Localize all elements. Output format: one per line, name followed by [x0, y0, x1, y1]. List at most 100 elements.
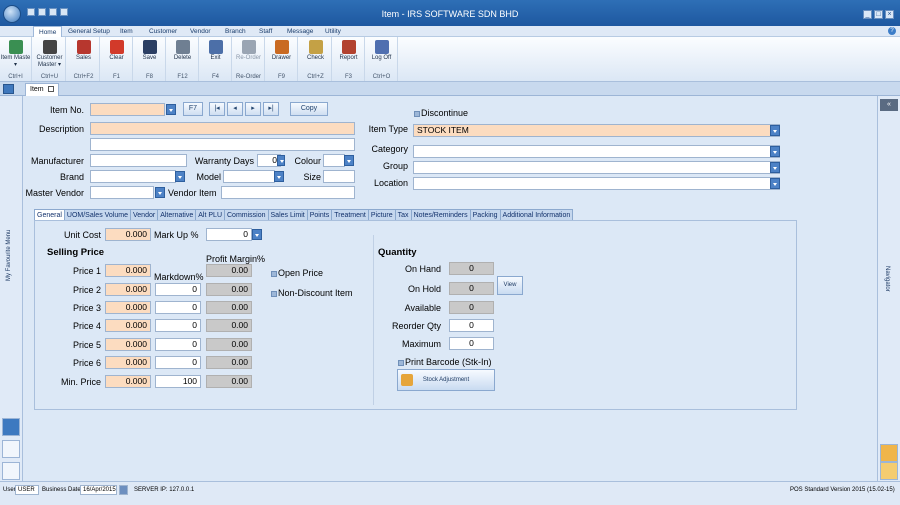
ribbon-button-item-master[interactable]: Item Maste ▾ Ctrl+I: [0, 37, 32, 81]
manufacturer-input[interactable]: [90, 154, 187, 167]
tab-staff[interactable]: Staff: [254, 26, 277, 37]
item-type-dropdown-button[interactable]: [770, 125, 780, 136]
colour-input[interactable]: [323, 154, 345, 167]
category-label: Category: [371, 144, 408, 154]
collapse-panel-button[interactable]: «: [880, 99, 898, 111]
model-dropdown-button[interactable]: [274, 171, 284, 182]
tools-shortcut-icon[interactable]: [2, 462, 20, 480]
calendar-shortcut-icon[interactable]: [880, 462, 898, 480]
item-no-dropdown-button[interactable]: [166, 104, 176, 115]
open-price-checkbox[interactable]: [271, 271, 277, 277]
price-input[interactable]: 0.000: [105, 301, 151, 314]
markup-spinner[interactable]: [252, 229, 262, 240]
sales-icon: [76, 40, 91, 54]
section-divider: [373, 235, 374, 405]
document-tab-item[interactable]: Item: [25, 83, 59, 96]
favourite-shortcut-icon[interactable]: [2, 418, 20, 436]
price-input[interactable]: 0.000: [105, 356, 151, 369]
view-button[interactable]: View: [497, 276, 523, 295]
master-vendor-input[interactable]: [90, 186, 154, 199]
item-no-input[interactable]: [90, 103, 165, 116]
ribbon-button-delete[interactable]: Delete F12: [167, 37, 199, 81]
on-hold-field: 0: [449, 282, 494, 295]
warranty-days-label: Warranty Days: [194, 156, 254, 166]
markdown-input[interactable]: 0: [155, 283, 201, 296]
stock-adjustment-button[interactable]: Stock Adjustment: [397, 369, 495, 391]
close-tab-icon[interactable]: [47, 86, 54, 93]
markdown-input[interactable]: 0: [155, 319, 201, 332]
f7-button[interactable]: F7: [183, 102, 203, 116]
markup-input[interactable]: 0: [206, 228, 252, 241]
copy-button[interactable]: Copy: [290, 102, 328, 116]
ribbon-button-drawer[interactable]: Drawer F9: [266, 37, 298, 81]
tab-message[interactable]: Message: [282, 26, 318, 37]
calendar-icon[interactable]: [119, 485, 128, 495]
discontinue-checkbox[interactable]: [414, 111, 420, 117]
description-input[interactable]: [90, 122, 355, 135]
category-select[interactable]: [413, 145, 780, 158]
vendor-item-input[interactable]: [221, 186, 355, 199]
ribbon-button-label: Re-Order: [235, 55, 261, 61]
print-barcode-checkbox[interactable]: [398, 360, 404, 366]
markdown-input[interactable]: 0: [155, 356, 201, 369]
price-input[interactable]: 0.000: [105, 283, 151, 296]
maximum-input[interactable]: 0: [449, 337, 494, 350]
ribbon-button-clear[interactable]: Clear F1: [101, 37, 133, 81]
location-select[interactable]: [413, 177, 780, 190]
markdown-input[interactable]: 0: [155, 338, 201, 351]
tab-home[interactable]: Home: [33, 26, 63, 37]
navigator-shortcut-icon[interactable]: [880, 444, 898, 462]
markdown-input[interactable]: 100: [155, 375, 201, 388]
profit-margin-field: 0.00: [206, 301, 252, 314]
model-input[interactable]: [223, 170, 275, 183]
brand-input[interactable]: [90, 170, 176, 183]
navigation-toggle-icon[interactable]: [3, 84, 14, 94]
tab-branch[interactable]: Branch: [220, 26, 251, 37]
price-input[interactable]: 0.000: [105, 319, 151, 332]
group-shortcut-icon[interactable]: [2, 440, 20, 458]
markdown-input[interactable]: 0: [155, 301, 201, 314]
favourite-menu-label[interactable]: My Favourite Menu: [6, 230, 12, 281]
category-dropdown-button[interactable]: [770, 146, 780, 157]
item-type-select[interactable]: STOCK ITEM: [413, 124, 780, 137]
master-vendor-dropdown-button[interactable]: [155, 187, 165, 198]
tab-utility[interactable]: Utility: [320, 26, 346, 37]
size-input[interactable]: [323, 170, 355, 183]
price-input[interactable]: 0.000: [105, 338, 151, 351]
tab-general-setup[interactable]: General Setup: [63, 26, 115, 37]
previous-record-button[interactable]: ◂: [227, 102, 243, 116]
ribbon-button-save[interactable]: Save F8: [134, 37, 166, 81]
ribbon-button-customer-master[interactable]: Customer Master ▾ Ctrl+U: [34, 37, 66, 81]
location-dropdown-button[interactable]: [770, 178, 780, 189]
first-record-button[interactable]: |◂: [209, 102, 225, 116]
navigator-label[interactable]: Navigator: [884, 266, 890, 292]
non-discount-checkbox[interactable]: [271, 291, 277, 297]
available-value: 0: [469, 302, 474, 312]
reorder-qty-input[interactable]: 0: [449, 319, 494, 332]
ribbon-button-reorder[interactable]: Re-Order Re-Order: [233, 37, 265, 81]
warranty-days-spinner[interactable]: [277, 155, 285, 166]
ribbon-button-report[interactable]: Report F3: [333, 37, 365, 81]
help-icon[interactable]: ?: [888, 27, 896, 35]
last-record-button[interactable]: ▸|: [263, 102, 279, 116]
tab-item[interactable]: Item: [115, 26, 138, 37]
tab-vendor[interactable]: Vendor: [185, 26, 216, 37]
unit-cost-input[interactable]: 0.000: [105, 228, 151, 241]
description-2-input[interactable]: [90, 138, 355, 151]
document-tab-strip: Item: [0, 82, 900, 96]
group-select[interactable]: [413, 161, 780, 174]
price-input[interactable]: 0.000: [105, 264, 151, 277]
price-input[interactable]: 0.000: [105, 375, 151, 388]
ribbon-button-logoff[interactable]: Log Off Ctrl+O: [366, 37, 398, 81]
minimize-button[interactable]: _: [863, 10, 872, 19]
next-record-button[interactable]: ▸: [245, 102, 261, 116]
ribbon-button-check[interactable]: Check Ctrl+Z: [300, 37, 332, 81]
ribbon-button-exit[interactable]: Exit F4: [200, 37, 232, 81]
group-dropdown-button[interactable]: [770, 162, 780, 173]
print-barcode-label: Print Barcode (Stk-In): [405, 357, 492, 367]
close-button[interactable]: ×: [885, 10, 894, 19]
size-label: Size: [303, 172, 321, 182]
ribbon-button-sales[interactable]: Sales Ctrl+F2: [68, 37, 100, 81]
tab-customer[interactable]: Customer: [144, 26, 182, 37]
maximize-button[interactable]: □: [874, 10, 883, 19]
